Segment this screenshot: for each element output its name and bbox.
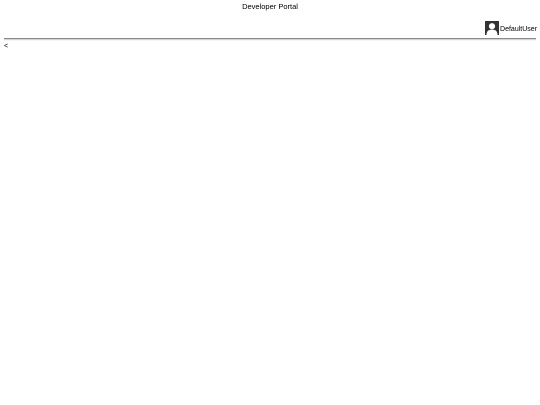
user-avatar-icon: [485, 21, 500, 35]
header: DefaultUser: [0, 14, 540, 38]
user-name: DefaultUser: [500, 26, 537, 33]
main-content: [0, 52, 540, 405]
page: Developer Portal DefaultUser <: [0, 0, 540, 405]
user-menu[interactable]: DefaultUser: [485, 17, 537, 35]
window-title: Developer Portal: [242, 2, 298, 11]
back-button[interactable]: <: [3, 42, 9, 51]
header-divider: [4, 38, 536, 39]
